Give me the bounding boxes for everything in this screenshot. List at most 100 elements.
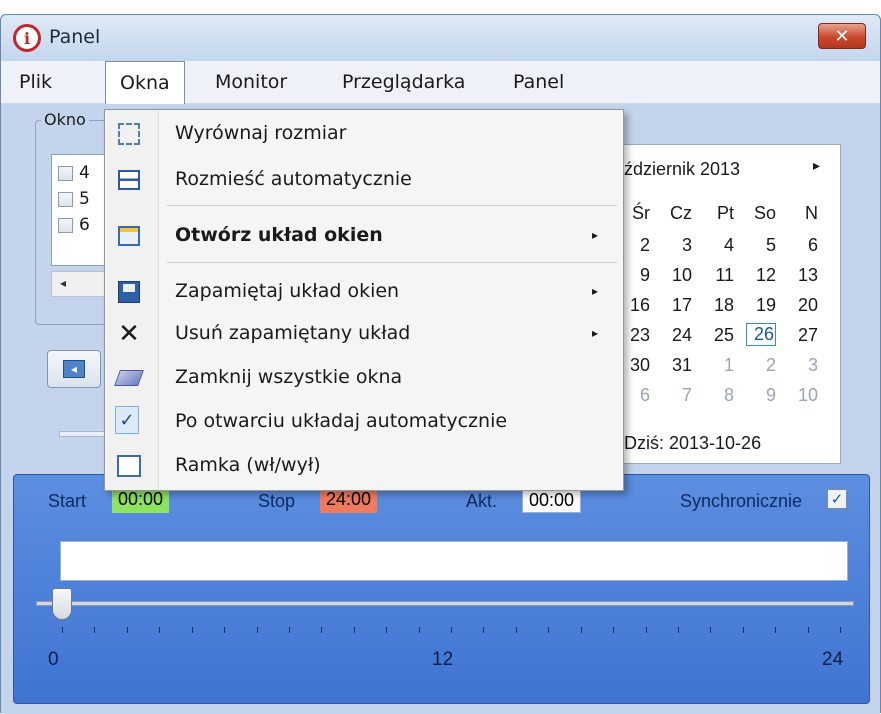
weekday-header: Pt [716,203,734,223]
menu-item-rozmiesc-automatycznie[interactable]: Rozmieść automatycznie [105,160,623,200]
menu-panel[interactable]: Panel [513,71,564,93]
slider-tick [191,627,193,633]
delete-icon: ✕ [118,319,140,349]
list-item[interactable]: 4 [58,163,90,183]
slider-tick [613,627,615,633]
sync-label: Synchronicznie [680,491,803,511]
calendar-day[interactable]: 20 [790,295,818,316]
timeline-panel: Start 00:00 Stop 24:00 Akt. 00:00 Synchr… [13,474,870,704]
slider-tick [775,627,777,633]
calendar-day-other-month[interactable]: 10 [790,385,818,406]
menu-przegladarka[interactable]: Przeglądarka [342,71,465,93]
calendar-day-other-month[interactable]: 3 [790,355,818,376]
window-arrow-icon: ◂ [63,360,85,378]
calendar-day[interactable]: 10 [664,265,692,286]
slider-tick [321,627,323,633]
time-slider-thumb[interactable] [52,588,72,620]
list-item[interactable]: 5 [58,189,90,209]
menu-item-zapamietaj-uklad[interactable]: Zapamiętaj układ okien ▸ [105,272,623,312]
list-item-label: 4 [79,163,90,183]
calendar-day[interactable]: 25 [706,325,734,346]
slider-tick [94,627,96,633]
slider-tick [62,627,63,633]
slider-tick [288,627,290,633]
calendar-day[interactable]: 23 [622,325,650,346]
menu-plik[interactable]: Plik [19,71,52,93]
submenu-arrow-icon: ▸ [592,284,599,298]
calendar-day[interactable]: 27 [790,325,818,346]
menu-item-zamknij-wszystkie[interactable]: Zamknij wszystkie okna [105,358,623,398]
calendar-day[interactable]: 17 [664,295,692,316]
menu-item-wyrownaj-rozmiar[interactable]: Wyrównaj rozmiar [105,114,623,154]
slider-tick [677,627,679,633]
side-slider-track[interactable] [59,431,105,437]
submenu-arrow-icon: ▸ [592,228,599,242]
calendar-day-other-month[interactable]: 2 [748,355,776,376]
start-label: Start [48,491,87,511]
calendar-day[interactable]: 19 [748,295,776,316]
tile-icon [117,168,141,192]
calendar-next-icon[interactable]: ▸ [813,157,820,174]
calendar-day[interactable]: 31 [664,355,692,376]
calendar-day-other-month[interactable]: 6 [622,385,650,406]
list-item-label: 5 [79,189,90,209]
sync-checkbox[interactable]: ✓ [827,489,847,509]
calendar-today-label[interactable]: Dziś: 2013-10-26 [624,433,761,454]
open-layout-icon [117,224,141,248]
calendar-day[interactable]: 3 [664,235,692,256]
calendar-day[interactable]: 12 [748,265,776,286]
menu-item-label: Rozmieść automatycznie [175,168,412,190]
calendar-day[interactable]: 5 [748,235,776,256]
calendar-day[interactable]: 24 [664,325,692,346]
menu-bar: Plik Okna Monitor Przeglądarka Panel [1,61,880,105]
akt-label: Akt. [466,491,498,511]
slider-tick [710,627,712,633]
calendar-day[interactable]: 11 [706,265,734,286]
slider-tick [451,627,452,633]
calendar-day-other-month[interactable]: 1 [706,355,734,376]
close-button[interactable]: ✕ [818,23,866,49]
submenu-arrow-icon: ▸ [592,326,599,340]
list-item[interactable]: 6 [58,215,90,235]
menu-item-otworz-uklad[interactable]: Otwórz układ okien ▸ [105,216,623,256]
calendar-day[interactable]: 18 [706,295,734,316]
menu-item-label: Usuń zapamiętany układ [175,322,411,344]
slider-tick [386,627,388,633]
checkbox[interactable] [58,217,73,233]
weekday-header: Cz [670,203,692,223]
calendar-day[interactable]: 30 [622,355,650,376]
menu-monitor[interactable]: Monitor [215,71,287,93]
calendar-day[interactable]: 4 [706,235,734,256]
calendar-day-other-month[interactable]: 9 [748,385,776,406]
calendar-day-today[interactable]: 26 [746,323,776,346]
calendar-day-other-month[interactable]: 7 [664,385,692,406]
menu-okna[interactable]: Okna [105,61,185,105]
calendar-day[interactable]: 9 [622,265,650,286]
calendar-day[interactable]: 6 [790,235,818,256]
menu-item-label: Otwórz układ okien [175,224,383,246]
calendar-month-label[interactable]: ździernik 2013 [624,159,740,180]
time-slider-track[interactable] [36,601,854,606]
checkbox[interactable] [58,191,73,207]
menu-item-label: Wyrównaj rozmiar [175,122,347,144]
slider-tick [224,627,226,633]
calendar-day-other-month[interactable]: 8 [706,385,734,406]
slider-tick [807,627,809,633]
menu-item-ramka[interactable]: Ramka (wł/wył) [105,446,623,486]
menu-item-po-otwarciu[interactable]: ✓ Po otwarciu układaj automatycznie [105,402,623,442]
slider-tick [645,627,647,633]
title-bar[interactable]: i Panel ✕ [1,15,880,61]
calendar-day[interactable]: 16 [622,295,650,316]
slider-mid-label: 12 [432,649,454,670]
slider-tick [353,627,355,633]
calendar-day[interactable]: 13 [790,265,818,286]
okna-group-label: Okno [41,110,89,129]
window-action-button[interactable]: ◂ [47,350,101,388]
checkbox[interactable] [58,165,73,181]
calendar-day[interactable]: 2 [622,235,650,256]
close-all-icon [114,366,144,390]
menu-item-usun-uklad[interactable]: ✕ Usuń zapamiętany układ ▸ [105,314,623,354]
scroll-left-icon[interactable]: ◂ [60,276,66,290]
okna-dropdown-menu: Wyrównaj rozmiar Rozmieść automatycznie … [104,109,624,491]
weekday-header: N [805,203,818,223]
